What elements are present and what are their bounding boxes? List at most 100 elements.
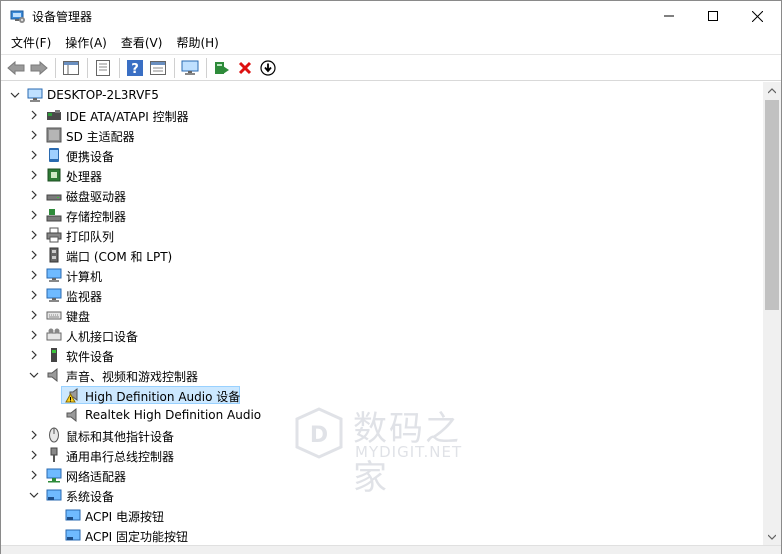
tree-device-row[interactable]: ACPI 电源按钮 bbox=[1, 505, 763, 525]
minimize-button[interactable] bbox=[646, 1, 692, 31]
tree-category-label: IDE ATA/ATAPI 控制器 bbox=[66, 110, 189, 124]
chevron-right-icon[interactable] bbox=[28, 209, 40, 221]
chevron-right-icon[interactable] bbox=[28, 149, 40, 161]
toolbar-separator bbox=[55, 57, 56, 78]
tree-category-label: 端口 (COM 和 LPT) bbox=[66, 250, 173, 264]
port-icon bbox=[46, 247, 62, 263]
chevron-right-icon[interactable] bbox=[28, 349, 40, 361]
tree-category-label: 网络适配器 bbox=[66, 470, 127, 484]
close-button[interactable] bbox=[734, 1, 780, 31]
chevron-down-icon[interactable] bbox=[28, 369, 40, 381]
tree-category-label: 监视器 bbox=[66, 290, 103, 304]
menu-action[interactable]: 操作(A) bbox=[59, 32, 113, 53]
show-hide-console-tree-button[interactable] bbox=[60, 57, 82, 79]
tree-device-row[interactable]: ACPI 固定功能按钮 bbox=[1, 525, 763, 545]
vertical-scrollbar[interactable] bbox=[763, 82, 781, 545]
tree-category-row[interactable]: 计算机 bbox=[1, 265, 763, 285]
chevron-right-icon[interactable] bbox=[28, 129, 40, 141]
device-tree[interactable]: DESKTOP-2L3RVF5 IDE ATA/ATAPI 控制器 SD 主适配… bbox=[1, 82, 763, 545]
chevron-right-icon[interactable] bbox=[28, 269, 40, 281]
download-icon bbox=[260, 59, 276, 76]
chevron-right-icon[interactable] bbox=[28, 169, 40, 181]
tree-category-row[interactable]: 端口 (COM 和 LPT) bbox=[1, 245, 763, 265]
chevron-right-icon[interactable] bbox=[28, 429, 40, 441]
tree-category-row[interactable]: 处理器 bbox=[1, 165, 763, 185]
chevron-right-icon[interactable] bbox=[28, 469, 40, 481]
tree-category-row[interactable]: IDE ATA/ATAPI 控制器 bbox=[1, 105, 763, 125]
console-tree-icon bbox=[63, 60, 79, 75]
update-driver-button[interactable] bbox=[211, 57, 233, 79]
scroll-up-button[interactable] bbox=[763, 82, 781, 99]
chevron-right-icon[interactable] bbox=[28, 189, 40, 201]
storage-icon bbox=[46, 207, 62, 223]
tree-category-row[interactable]: 键盘 bbox=[1, 305, 763, 325]
tree-category-row[interactable]: 便携设备 bbox=[1, 145, 763, 165]
chevron-right-icon[interactable] bbox=[28, 229, 40, 241]
minimize-icon bbox=[664, 15, 674, 17]
scrollbar-thumb[interactable] bbox=[765, 100, 779, 310]
tree-device-label: High Definition Audio 设备 bbox=[85, 390, 241, 404]
tree-category-label: 打印队列 bbox=[66, 230, 115, 244]
menu-file[interactable]: 文件(F) bbox=[5, 32, 57, 53]
help-icon: ? bbox=[127, 59, 143, 76]
chevron-down-icon[interactable] bbox=[28, 489, 40, 501]
tree-category-row[interactable]: 存储控制器 bbox=[1, 205, 763, 225]
sd-icon bbox=[46, 127, 62, 143]
tree-category-row[interactable]: 监视器 bbox=[1, 285, 763, 305]
cpu-icon bbox=[46, 167, 62, 183]
view-button[interactable] bbox=[147, 57, 169, 79]
tree-device-label: Realtek High Definition Audio bbox=[85, 408, 262, 422]
chevron-right-icon[interactable] bbox=[28, 289, 40, 301]
title-bar[interactable]: 设备管理器 bbox=[1, 1, 781, 31]
window-title: 设备管理器 bbox=[32, 10, 93, 24]
tree-device-label: ACPI 固定功能按钮 bbox=[85, 530, 188, 544]
chevron-down-icon[interactable] bbox=[9, 89, 21, 101]
ide-icon bbox=[46, 107, 62, 123]
tree-root-label: DESKTOP-2L3RVF5 bbox=[47, 88, 159, 102]
tree-category-label: 人机接口设备 bbox=[66, 330, 139, 344]
speaker-icon bbox=[65, 407, 81, 423]
tree-category-row[interactable]: 人机接口设备 bbox=[1, 325, 763, 345]
device-manager-app-icon bbox=[10, 8, 26, 24]
uninstall-icon bbox=[238, 61, 252, 74]
tree-category-label: 软件设备 bbox=[66, 350, 115, 364]
enable-device-button[interactable] bbox=[257, 57, 279, 79]
tree-category-label: 通用串行总线控制器 bbox=[66, 450, 175, 464]
keyboard-icon bbox=[46, 307, 62, 323]
view-icon bbox=[150, 60, 166, 75]
chevron-right-icon[interactable] bbox=[28, 449, 40, 461]
device-manager-window: 设备管理器 文件(F) 操作(A) 查看(V) 帮助(H) ? DESKTOP-… bbox=[0, 0, 782, 554]
tree-category-row[interactable]: 打印队列 bbox=[1, 225, 763, 245]
usb-icon bbox=[46, 447, 62, 463]
chevron-right-icon[interactable] bbox=[28, 249, 40, 261]
tree-category-row[interactable]: SD 主适配器 bbox=[1, 125, 763, 145]
close-icon bbox=[751, 10, 763, 22]
tree-category-row[interactable]: 声音、视频和游戏控制器 bbox=[1, 365, 763, 385]
tree-category-row[interactable]: 磁盘驱动器 bbox=[1, 185, 763, 205]
forward-button[interactable] bbox=[28, 57, 50, 79]
network-icon bbox=[46, 467, 62, 483]
back-button[interactable] bbox=[5, 57, 27, 79]
properties-button[interactable] bbox=[92, 57, 114, 79]
scroll-down-button[interactable] bbox=[763, 528, 781, 545]
mouse-icon bbox=[46, 427, 62, 443]
menu-help[interactable]: 帮助(H) bbox=[170, 32, 224, 53]
tree-category-row[interactable]: 软件设备 bbox=[1, 345, 763, 365]
menu-view[interactable]: 查看(V) bbox=[115, 32, 169, 53]
computer-icon bbox=[46, 267, 62, 283]
chevron-right-icon[interactable] bbox=[28, 309, 40, 321]
tree-category-label: 键盘 bbox=[66, 310, 91, 324]
back-icon bbox=[7, 60, 25, 75]
tree-category-label: 处理器 bbox=[66, 170, 103, 184]
chevron-right-icon[interactable] bbox=[28, 109, 40, 121]
chevron-right-icon[interactable] bbox=[28, 329, 40, 341]
tree-category-label: 便携设备 bbox=[66, 150, 115, 164]
scan-hardware-button[interactable] bbox=[179, 57, 201, 79]
toolbar-separator bbox=[119, 57, 120, 78]
maximize-button[interactable] bbox=[690, 1, 736, 31]
system-icon bbox=[65, 507, 81, 523]
uninstall-button[interactable] bbox=[234, 57, 256, 79]
update-driver-icon bbox=[215, 61, 229, 74]
tree-root-row[interactable]: DESKTOP-2L3RVF5 bbox=[1, 85, 763, 105]
help-button[interactable]: ? bbox=[124, 57, 146, 79]
